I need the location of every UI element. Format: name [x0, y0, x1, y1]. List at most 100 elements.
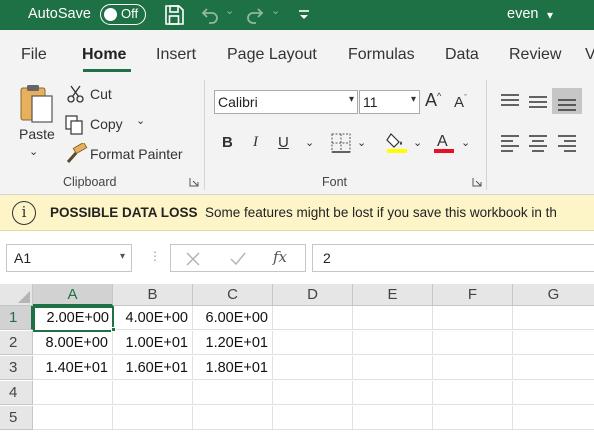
- cell-e1[interactable]: [353, 306, 433, 330]
- row-header-5[interactable]: 5: [0, 406, 33, 430]
- cell-a5[interactable]: [33, 406, 113, 430]
- column-header-a[interactable]: A: [33, 284, 113, 306]
- formula-bar-grip-icon[interactable]: ⋮: [149, 249, 161, 263]
- cell-b3[interactable]: 1.60E+01: [113, 356, 193, 380]
- cell-a1[interactable]: 2.00E+00: [33, 306, 114, 332]
- column-header-g[interactable]: G: [513, 284, 594, 306]
- autosave-toggle[interactable]: Off: [100, 4, 146, 25]
- cell-g4[interactable]: [513, 381, 594, 405]
- tab-page-layout[interactable]: Page Layout: [227, 46, 317, 64]
- cell-e5[interactable]: [353, 406, 433, 430]
- enter-icon[interactable]: [229, 251, 247, 267]
- undo-icon[interactable]: [197, 3, 221, 27]
- cell-e2[interactable]: [353, 331, 433, 355]
- cancel-icon[interactable]: [185, 251, 201, 267]
- cell-c4[interactable]: [193, 381, 273, 405]
- column-header-b[interactable]: B: [113, 284, 193, 306]
- cell-b2[interactable]: 1.00E+01: [113, 331, 193, 355]
- undo-dropdown-icon[interactable]: ⌄: [225, 4, 234, 17]
- row-header-1[interactable]: 1: [0, 306, 33, 330]
- fill-handle[interactable]: [111, 327, 116, 332]
- customize-toolbar-icon[interactable]: [292, 3, 316, 27]
- save-icon[interactable]: [162, 3, 186, 27]
- italic-button[interactable]: I: [253, 134, 258, 151]
- underline-dropdown-icon[interactable]: ⌄: [305, 136, 314, 149]
- cell-a4[interactable]: [33, 381, 113, 405]
- select-all-corner[interactable]: [0, 284, 33, 306]
- name-box[interactable]: A1 ▾: [6, 244, 132, 272]
- align-middle-icon[interactable]: [527, 92, 549, 110]
- cell-c2[interactable]: 1.20E+01: [193, 331, 273, 355]
- row-header-2[interactable]: 2: [0, 331, 33, 355]
- align-left-icon[interactable]: [499, 134, 521, 152]
- cell-g5[interactable]: [513, 406, 594, 430]
- column-header-e[interactable]: E: [353, 284, 433, 306]
- cell-b4[interactable]: [113, 381, 193, 405]
- cell-b5[interactable]: [113, 406, 193, 430]
- cell-f3[interactable]: [433, 356, 513, 380]
- cell-a3[interactable]: 1.40E+01: [33, 356, 113, 380]
- borders-icon[interactable]: [330, 132, 352, 154]
- copy-icon[interactable]: [64, 114, 86, 136]
- font-name-select[interactable]: Calibri ▾: [214, 90, 358, 114]
- font-size-select[interactable]: 11 ▾: [359, 90, 420, 114]
- format-painter-icon[interactable]: [64, 143, 88, 165]
- cell-a2[interactable]: 8.00E+00: [33, 331, 113, 355]
- tab-data[interactable]: Data: [445, 46, 479, 64]
- cell-e3[interactable]: [353, 356, 433, 380]
- cell-d4[interactable]: [273, 381, 353, 405]
- cell-c1[interactable]: 6.00E+00: [193, 306, 273, 330]
- align-right-icon[interactable]: [556, 134, 578, 152]
- tab-formulas[interactable]: Formulas: [348, 46, 415, 64]
- paste-label[interactable]: Paste: [19, 126, 55, 142]
- cell-e4[interactable]: [353, 381, 433, 405]
- decrease-font-size-icon[interactable]: Aˇ: [454, 93, 467, 111]
- cell-b1[interactable]: 4.00E+00: [113, 306, 193, 330]
- borders-dropdown-icon[interactable]: ⌄: [357, 136, 366, 149]
- insert-function-icon[interactable]: fx: [273, 248, 287, 266]
- tab-file[interactable]: File: [21, 46, 47, 64]
- cell-d3[interactable]: [273, 356, 353, 380]
- copy-dropdown-icon[interactable]: ⌄: [136, 114, 145, 127]
- row-header-4[interactable]: 4: [0, 381, 33, 405]
- tab-home[interactable]: Home: [82, 46, 126, 64]
- cell-g1[interactable]: [513, 306, 594, 330]
- format-painter-label[interactable]: Format Painter: [90, 146, 183, 162]
- copy-label[interactable]: Copy: [90, 116, 123, 132]
- column-header-f[interactable]: F: [433, 284, 513, 306]
- cell-d1[interactable]: [273, 306, 353, 330]
- column-header-d[interactable]: D: [273, 284, 353, 306]
- fill-color-dropdown-icon[interactable]: ⌄: [413, 136, 422, 149]
- underline-button[interactable]: U: [278, 134, 289, 151]
- tab-review[interactable]: Review: [509, 46, 561, 64]
- tab-view[interactable]: V: [585, 46, 594, 64]
- cut-label[interactable]: Cut: [90, 86, 112, 102]
- increase-font-size-icon[interactable]: A^: [425, 90, 441, 111]
- font-launcher-icon[interactable]: [472, 177, 482, 187]
- cell-g2[interactable]: [513, 331, 594, 355]
- cell-g3[interactable]: [513, 356, 594, 380]
- paste-dropdown-icon[interactable]: ⌄: [29, 145, 38, 158]
- align-bottom-button[interactable]: [552, 88, 582, 114]
- formula-input[interactable]: 2: [312, 244, 594, 272]
- cell-f4[interactable]: [433, 381, 513, 405]
- tab-insert[interactable]: Insert: [156, 46, 196, 64]
- align-top-icon[interactable]: [499, 92, 521, 110]
- cell-c3[interactable]: 1.80E+01: [193, 356, 273, 380]
- bold-button[interactable]: B: [222, 134, 233, 151]
- fill-color-icon[interactable]: [385, 130, 409, 154]
- cut-icon[interactable]: [66, 84, 86, 104]
- user-name[interactable]: even: [507, 6, 538, 22]
- font-color-dropdown-icon[interactable]: ⌄: [461, 136, 470, 149]
- user-dropdown-icon[interactable]: ▾: [547, 8, 553, 22]
- row-header-3[interactable]: 3: [0, 356, 33, 380]
- cell-f2[interactable]: [433, 331, 513, 355]
- align-center-icon[interactable]: [527, 134, 549, 152]
- redo-icon[interactable]: [244, 3, 268, 27]
- font-color-icon[interactable]: A: [432, 130, 456, 154]
- redo-dropdown-icon[interactable]: ⌄: [271, 4, 280, 17]
- cell-d5[interactable]: [273, 406, 353, 430]
- column-header-c[interactable]: C: [193, 284, 273, 306]
- cell-f5[interactable]: [433, 406, 513, 430]
- cell-d2[interactable]: [273, 331, 353, 355]
